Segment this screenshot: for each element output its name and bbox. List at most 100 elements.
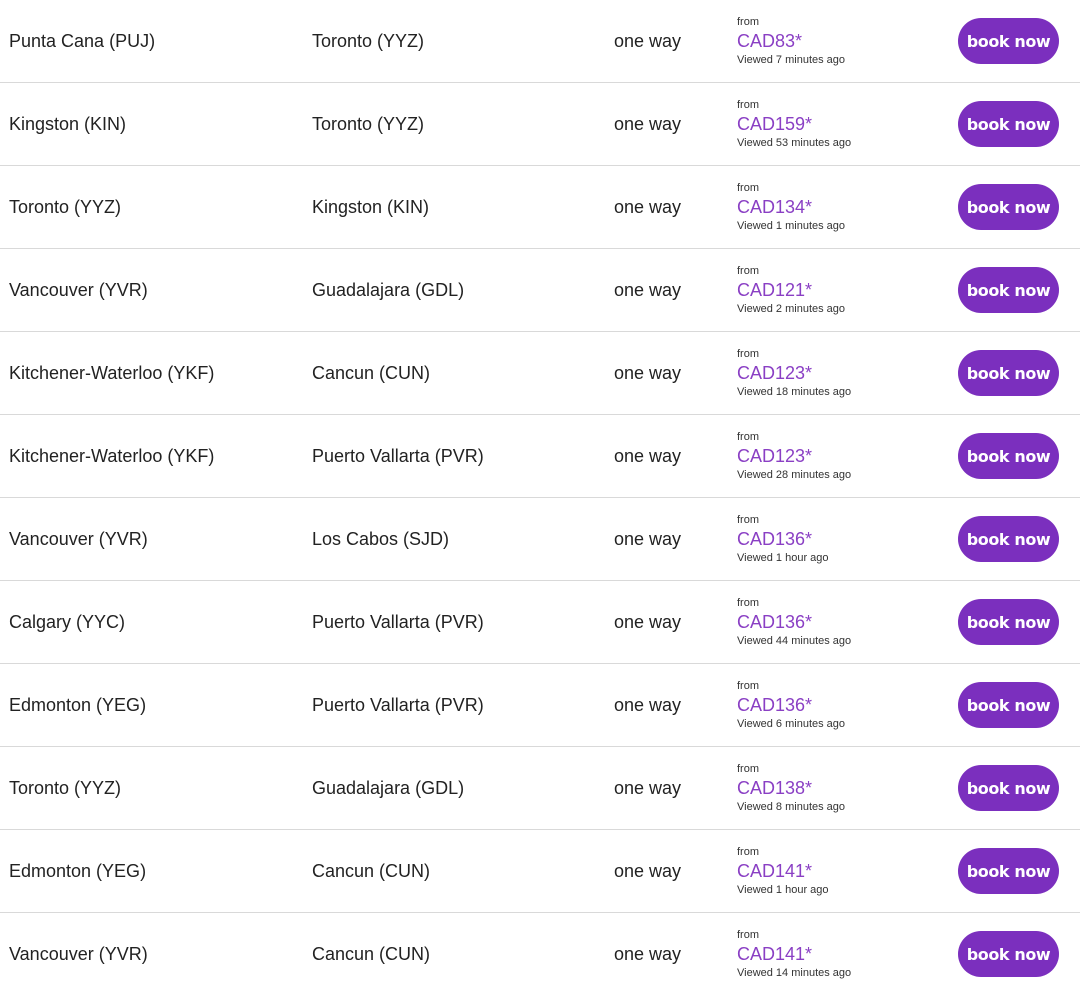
viewed-time: Viewed 14 minutes ago [737, 966, 852, 979]
fare-row: Vancouver (YVR) Cancun (CUN) one way fro… [0, 913, 1080, 994]
book-now-button[interactable]: book now [958, 433, 1059, 479]
destination-city: Cancun (CUN) [312, 943, 431, 964]
destination-city: Toronto (YYZ) [312, 30, 425, 51]
fare-price: CAD83* [737, 30, 803, 51]
trip-type: one way [614, 445, 682, 466]
viewed-time: Viewed 2 minutes ago [737, 302, 846, 315]
from-label: from [737, 15, 759, 28]
price-block: from CAD121* Viewed 2 minutes ago [737, 249, 845, 331]
destination-city: Puerto Vallarta (PVR) [312, 611, 484, 632]
destination-city: Cancun (CUN) [312, 362, 431, 383]
book-now-button[interactable]: book now [958, 101, 1059, 147]
price-block: from CAD159* Viewed 53 minutes ago [737, 83, 851, 165]
fare-row: Toronto (YYZ) Guadalajara (GDL) one way … [0, 747, 1080, 830]
book-now-button[interactable]: book now [958, 516, 1059, 562]
from-label: from [737, 928, 759, 941]
trip-type: one way [614, 943, 682, 964]
fare-row: Punta Cana (PUJ) Toronto (YYZ) one way f… [0, 0, 1080, 83]
destination-city: Puerto Vallarta (PVR) [312, 694, 484, 715]
from-label: from [737, 596, 759, 609]
trip-type: one way [614, 777, 682, 798]
destination-city: Los Cabos (SJD) [312, 528, 450, 549]
price-block: from CAD136* Viewed 1 hour ago [737, 498, 829, 580]
viewed-time: Viewed 18 minutes ago [737, 385, 852, 398]
book-now-button[interactable]: book now [958, 682, 1059, 728]
fare-price: CAD121* [737, 279, 813, 300]
from-label: from [737, 181, 759, 194]
origin-city: Kitchener-Waterloo (YKF) [9, 445, 215, 466]
from-label: from [737, 98, 759, 111]
book-now-button[interactable]: book now [958, 848, 1059, 894]
viewed-time: Viewed 8 minutes ago [737, 800, 846, 813]
viewed-time: Viewed 44 minutes ago [737, 634, 852, 647]
fare-row: Kingston (KIN) Toronto (YYZ) one way fro… [0, 83, 1080, 166]
trip-type: one way [614, 694, 682, 715]
book-now-button[interactable]: book now [958, 267, 1059, 313]
fare-price: CAD159* [737, 113, 813, 134]
origin-city: Toronto (YYZ) [9, 196, 122, 217]
trip-type: one way [614, 113, 682, 134]
from-label: from [737, 845, 759, 858]
viewed-time: Viewed 7 minutes ago [737, 53, 846, 66]
book-now-button[interactable]: book now [958, 350, 1059, 396]
destination-city: Guadalajara (GDL) [312, 777, 465, 798]
fare-price: CAD136* [737, 694, 813, 715]
destination-city: Toronto (YYZ) [312, 113, 425, 134]
origin-city: Toronto (YYZ) [9, 777, 122, 798]
origin-city: Edmonton (YEG) [9, 860, 147, 881]
fare-row: Calgary (YYC) Puerto Vallarta (PVR) one … [0, 581, 1080, 664]
fare-price: CAD138* [737, 777, 813, 798]
from-label: from [737, 347, 759, 360]
fare-row: Vancouver (YVR) Los Cabos (SJD) one way … [0, 498, 1080, 581]
price-block: from CAD123* Viewed 18 minutes ago [737, 332, 851, 414]
trip-type: one way [614, 279, 682, 300]
from-label: from [737, 430, 759, 443]
book-now-button[interactable]: book now [958, 184, 1059, 230]
origin-city: Vancouver (YVR) [9, 943, 148, 964]
trip-type: one way [614, 362, 682, 383]
fare-row: Edmonton (YEG) Puerto Vallarta (PVR) one… [0, 664, 1080, 747]
trip-type: one way [614, 860, 682, 881]
fare-price: CAD141* [737, 860, 813, 881]
book-now-button[interactable]: book now [958, 18, 1059, 64]
price-block: from CAD136* Viewed 6 minutes ago [737, 664, 845, 746]
origin-city: Kingston (KIN) [9, 113, 127, 134]
trip-type: one way [614, 528, 682, 549]
fare-list: Punta Cana (PUJ) Toronto (YYZ) one way f… [0, 0, 1080, 994]
origin-city: Kitchener-Waterloo (YKF) [9, 362, 215, 383]
viewed-time: Viewed 53 minutes ago [737, 136, 852, 149]
from-label: from [737, 762, 759, 775]
origin-city: Punta Cana (PUJ) [9, 30, 156, 51]
book-now-button[interactable]: book now [958, 931, 1059, 977]
price-block: from CAD141* Viewed 1 hour ago [737, 830, 829, 912]
price-block: from CAD83* Viewed 7 minutes ago [737, 0, 845, 82]
trip-type: one way [614, 30, 682, 51]
origin-city: Vancouver (YVR) [9, 528, 148, 549]
fare-price: CAD136* [737, 528, 813, 549]
fare-price: CAD123* [737, 362, 813, 383]
viewed-time: Viewed 1 hour ago [737, 551, 829, 564]
fare-price: CAD141* [737, 943, 813, 964]
viewed-time: Viewed 28 minutes ago [737, 468, 852, 481]
price-block: from CAD138* Viewed 8 minutes ago [737, 747, 845, 829]
destination-city: Puerto Vallarta (PVR) [312, 445, 484, 466]
from-label: from [737, 679, 759, 692]
book-now-button[interactable]: book now [958, 765, 1059, 811]
origin-city: Edmonton (YEG) [9, 694, 147, 715]
viewed-time: Viewed 1 minutes ago [737, 219, 846, 232]
fare-price: CAD136* [737, 611, 813, 632]
fare-row: Kitchener-Waterloo (YKF) Puerto Vallarta… [0, 415, 1080, 498]
from-label: from [737, 513, 759, 526]
trip-type: one way [614, 196, 682, 217]
trip-type: one way [614, 611, 682, 632]
from-label: from [737, 264, 759, 277]
destination-city: Kingston (KIN) [312, 196, 430, 217]
book-now-button[interactable]: book now [958, 599, 1059, 645]
fare-price: CAD134* [737, 196, 813, 217]
origin-city: Vancouver (YVR) [9, 279, 148, 300]
destination-city: Guadalajara (GDL) [312, 279, 465, 300]
fare-row: Edmonton (YEG) Cancun (CUN) one way from… [0, 830, 1080, 913]
price-block: from CAD123* Viewed 28 minutes ago [737, 415, 851, 497]
destination-city: Cancun (CUN) [312, 860, 431, 881]
viewed-time: Viewed 1 hour ago [737, 883, 829, 896]
